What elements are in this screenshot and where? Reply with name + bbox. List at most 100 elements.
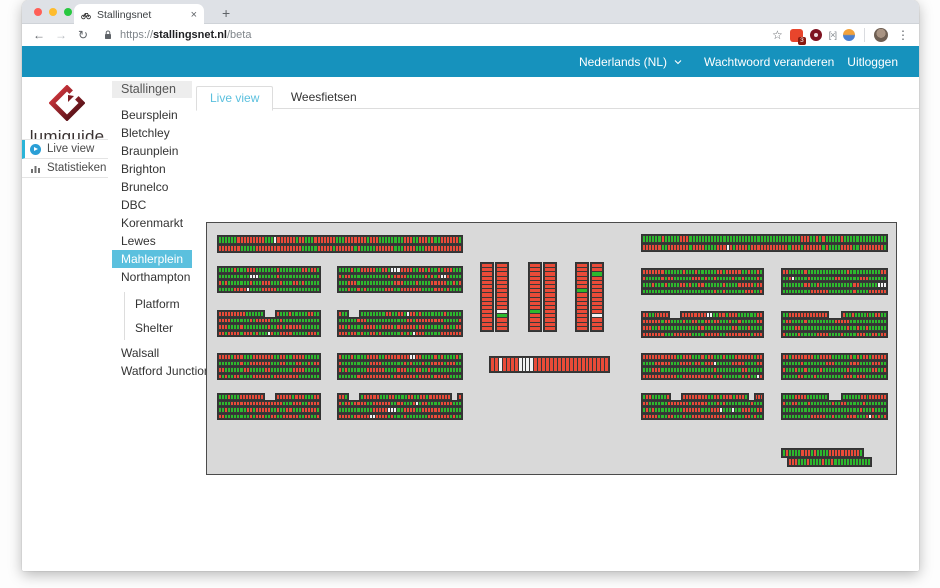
stalling-item-dbc[interactable]: DBC — [112, 196, 192, 214]
bike-spot — [864, 313, 866, 317]
bike-spot — [834, 459, 836, 465]
bike-spot — [658, 236, 660, 242]
bike-spot — [853, 415, 855, 419]
bike-spot — [404, 268, 406, 272]
bike-spot — [804, 270, 806, 274]
bike-spot — [262, 268, 264, 272]
bike-spot — [884, 277, 886, 281]
logout-link[interactable]: Uitloggen — [847, 55, 898, 69]
stalling-item-korenmarkt[interactable]: Korenmarkt — [112, 214, 192, 232]
sidebar-item-live-view[interactable]: Live view — [22, 140, 108, 159]
bike-spot — [850, 290, 852, 294]
stalling-item-braunplein[interactable]: Braunplein — [112, 142, 192, 160]
stalling-item-watford-junction[interactable]: Watford Junction — [112, 362, 192, 380]
stalling-item-northampton[interactable]: Northampton — [112, 268, 192, 286]
stalling-item-brunelco[interactable]: Brunelco — [112, 178, 192, 196]
browser-menu-icon[interactable]: ⋮ — [895, 28, 911, 42]
bike-spot — [357, 402, 359, 406]
stalling-item-lewes[interactable]: Lewes — [112, 232, 192, 250]
bookmark-star-icon[interactable]: ☆ — [772, 28, 783, 42]
bike-spot — [789, 290, 791, 294]
tab-weesfietsen[interactable]: Weesfietsen — [278, 85, 370, 109]
sidebar-item-statistieken[interactable]: Statistieken — [22, 159, 108, 178]
bike-spot — [271, 319, 273, 323]
language-selector[interactable]: Nederlands (NL) — [579, 55, 682, 69]
tab-live-view[interactable]: Live view — [196, 86, 273, 111]
bike-spot — [711, 290, 713, 294]
fullscreen-window-icon[interactable] — [64, 8, 72, 16]
change-password-link[interactable]: Wachtwoord veranderen — [704, 55, 834, 69]
extension-avatar-icon[interactable] — [843, 29, 855, 41]
browser-tab[interactable]: Stallingsnet × — [74, 4, 204, 25]
bike-spot — [868, 459, 870, 465]
bike-spot — [847, 375, 849, 379]
bike-spot — [348, 237, 350, 243]
bike-spot — [428, 268, 430, 272]
bike-spot — [789, 283, 791, 287]
bike-spot — [723, 333, 725, 337]
bike-spot — [219, 319, 221, 323]
stalling-item-brighton[interactable]: Brighton — [112, 160, 192, 178]
bike-spot — [661, 333, 663, 337]
bike-spot — [441, 319, 443, 323]
extension-icon[interactable] — [810, 29, 822, 41]
bike-spot — [361, 332, 363, 336]
bike-spot — [459, 355, 461, 359]
bike-spot — [357, 319, 359, 323]
bike-spot — [292, 395, 294, 399]
bike-spot — [760, 283, 762, 287]
bike-spot — [829, 270, 831, 274]
bike-spot — [277, 395, 279, 399]
bike-spot — [296, 288, 298, 292]
bike-spot — [237, 312, 239, 316]
bike-spot — [727, 245, 729, 251]
bike-spot — [751, 236, 753, 242]
bike-spot — [302, 275, 304, 279]
brackets-extension-icon[interactable]: [×] — [829, 30, 836, 40]
bike-spot — [244, 237, 246, 243]
forward-icon[interactable]: → — [52, 28, 70, 42]
bike-spot — [256, 415, 258, 419]
bike-spot — [671, 245, 673, 251]
bike-spot — [438, 325, 440, 329]
stalling-item-walsall[interactable]: Walsall — [112, 344, 192, 362]
bike-spot — [311, 332, 313, 336]
stalling-item-shelter[interactable]: Shelter — [125, 316, 192, 340]
adblock-extension-icon[interactable]: 3 — [790, 29, 803, 42]
bike-spot — [286, 268, 288, 272]
bike-spot — [826, 245, 828, 251]
back-icon[interactable]: ← — [30, 28, 48, 42]
bike-spot — [798, 236, 800, 242]
reload-icon[interactable]: ↻ — [74, 28, 92, 42]
bike-spot — [247, 268, 249, 272]
bike-spot — [545, 314, 555, 317]
stalling-item-platform[interactable]: Platform — [125, 292, 192, 316]
bike-spot — [863, 408, 865, 412]
bike-spot — [317, 275, 319, 279]
stalling-item-mahlerplein[interactable]: Mahlerplein — [112, 250, 192, 268]
bike-spot — [823, 333, 825, 337]
bike-spot — [729, 313, 731, 317]
bike-spot — [302, 268, 304, 272]
bike-spot — [649, 326, 651, 330]
bike-spot — [237, 395, 239, 399]
address-bar[interactable]: https://stallingsnet.nl/beta — [120, 29, 768, 41]
bike-spot — [832, 320, 834, 324]
bike-spot — [382, 375, 384, 379]
bike-spot — [231, 415, 233, 419]
bike-spot — [658, 277, 660, 281]
bike-spot — [826, 290, 828, 294]
stalling-item-bletchley[interactable]: Bletchley — [112, 124, 192, 142]
close-window-icon[interactable] — [34, 8, 42, 16]
bike-spot — [754, 270, 756, 274]
bike-spot — [367, 375, 369, 379]
new-tab-button[interactable]: + — [214, 3, 238, 23]
bike-spot — [431, 375, 433, 379]
profile-avatar[interactable] — [874, 28, 888, 42]
tab-close-icon[interactable]: × — [191, 9, 197, 21]
minimize-window-icon[interactable] — [49, 8, 57, 16]
bike-spot — [274, 375, 276, 379]
bike-spot — [438, 355, 440, 359]
stalling-item-beursplein[interactable]: Beursplein — [112, 106, 192, 124]
bike-spot — [380, 395, 382, 399]
